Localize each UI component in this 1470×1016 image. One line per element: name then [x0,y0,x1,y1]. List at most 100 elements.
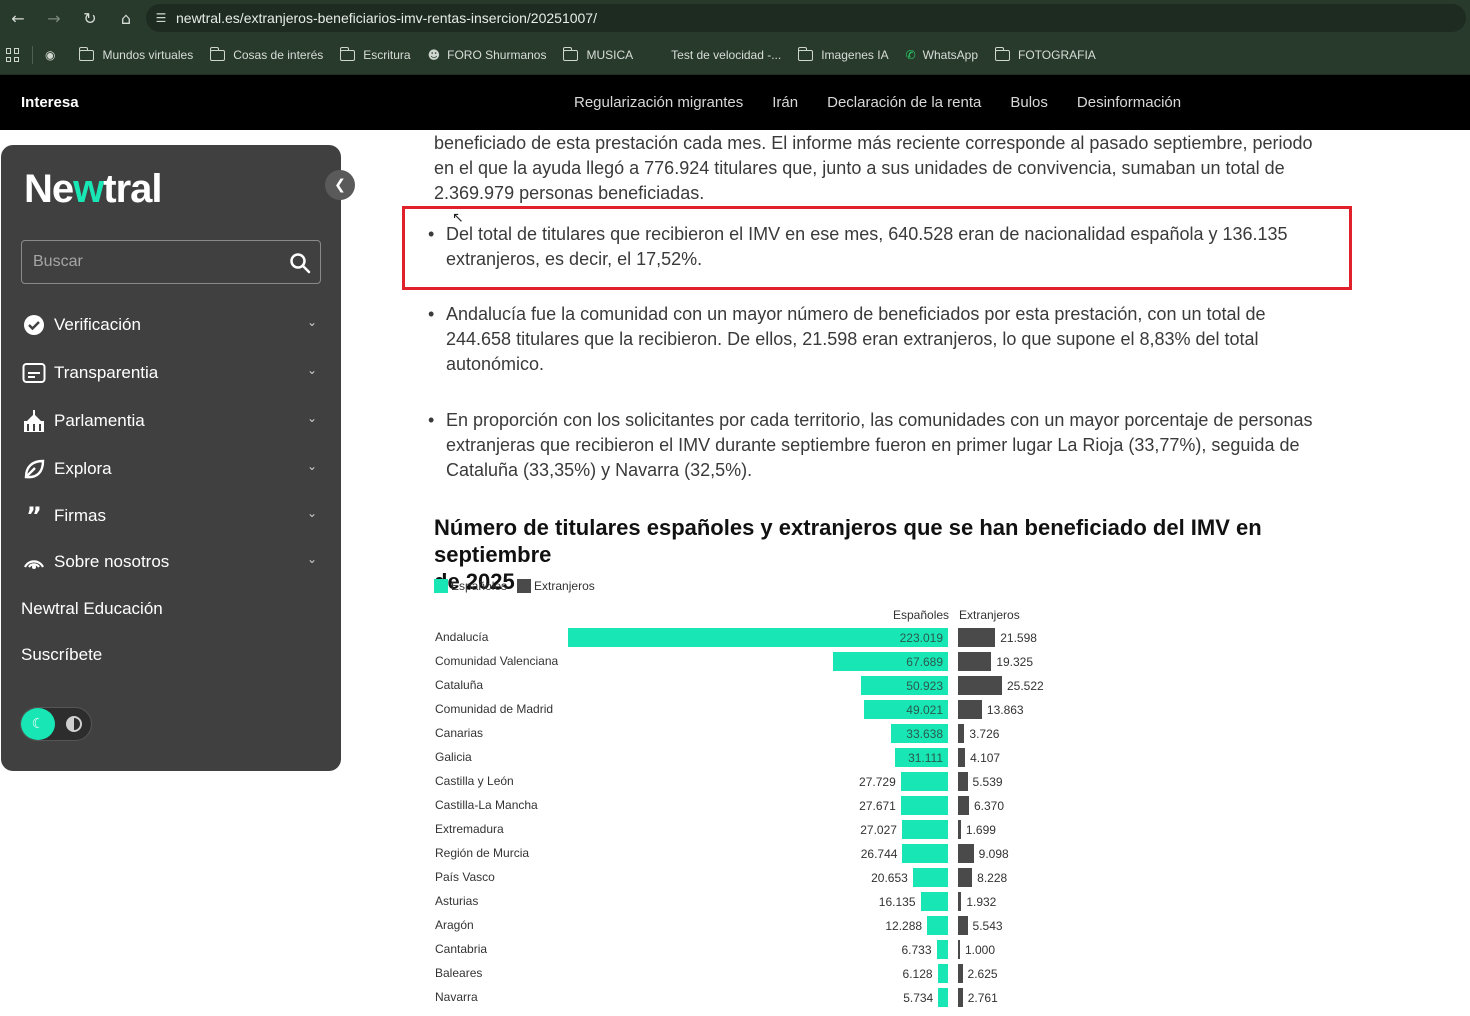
bar-espanoles [936,940,948,959]
menu-explora[interactable]: Explora ⌄ [21,454,321,484]
bar-espanoles [920,892,948,911]
value-label-espanoles: 27.729 [859,775,896,789]
folder-icon [339,46,356,61]
menu-parlamentia[interactable]: Parlamentia ⌄ [21,406,321,436]
reload-icon[interactable]: ↻ [72,0,108,36]
value-label-extranjeros: 9.098 [978,847,1009,861]
bar-extranjeros [958,988,963,1007]
value-label-espanoles: 31.111 [908,751,943,765]
chevron-down-icon[interactable]: ⌄ [307,459,317,473]
moon-icon: ☾ [21,708,55,740]
home-icon[interactable]: ⌂ [108,0,144,36]
value-label-extranjeros: 1.000 [965,943,996,957]
bar-extranjeros [958,772,968,791]
forward-arrow-icon[interactable]: → [36,0,72,36]
bar-extranjeros [958,700,982,719]
bookmarks-bar: ◉ Mundos virtuales Cosas de interés Escr… [0,36,1470,75]
apps-grid-icon[interactable] [6,48,20,62]
bookmark-cosas-de-interes[interactable]: Cosas de interés [209,36,323,75]
theme-toggle[interactable]: ☾ [20,707,92,741]
chart-row-label: Castilla y León [435,774,514,788]
url-text[interactable]: newtral.es/extranjeros-beneficiarios-imv… [176,10,597,26]
chevron-down-icon[interactable]: ⌄ [307,315,317,329]
search-input[interactable] [22,253,277,271]
mouse-cursor-icon: ↖ [452,210,464,226]
value-label-espanoles: 33.638 [906,727,943,741]
menu-transparentia[interactable]: Transparentia ⌄ [21,358,321,388]
topic-nav: Regularización migrantes Irán Declaració… [574,75,1210,130]
chart-row-label: Comunidad Valenciana [435,654,559,668]
value-label-extranjeros: 6.370 [973,799,1004,813]
legend-swatch [517,579,532,593]
bookmark-fotografia[interactable]: FOTOGRAFIA [994,36,1096,75]
bookmark-whatsapp[interactable]: ✆ WhatsApp [906,36,978,75]
chevron-down-icon[interactable]: ⌄ [307,411,317,425]
site-settings-icon[interactable]: ☰ [146,11,176,25]
bookmark-musica[interactable]: MUSICA [562,36,633,75]
search-box [21,240,321,284]
menu-verificacion[interactable]: Verificación ⌄ [21,310,321,340]
value-label-espanoles: 6.128 [902,967,933,981]
bar-extranjeros [958,724,965,743]
nav-link-declaracion-renta[interactable]: Declaración de la renta [827,94,981,111]
quote-icon: ” [26,502,42,530]
menu-newtral-educacion[interactable]: Newtral Educación [21,594,321,624]
nav-link-bulos[interactable]: Bulos [1010,94,1048,111]
bar-extranjeros [958,940,960,959]
value-label-extranjeros: 5.539 [972,775,1003,789]
chart-row-label: Comunidad de Madrid [435,702,554,716]
address-bar[interactable]: ☰ newtral.es/extranjeros-beneficiarios-i… [146,4,1466,32]
bar-extranjeros [958,652,992,671]
value-label-extranjeros: 8.228 [977,871,1008,885]
value-label-extranjeros: 21.598 [1000,631,1037,645]
bookmark-foro-shurmanos[interactable]: ☻ FORO Shurmanos [428,36,547,75]
bullet-item: Del total de titulares que recibieron el… [428,222,1334,272]
menu-suscribete[interactable]: Suscríbete [21,640,321,670]
value-label-extranjeros: 2.625 [967,967,998,981]
back-arrow-icon[interactable]: ← [0,0,36,36]
nav-link-regularizacion[interactable]: Regularización migrantes [574,94,743,111]
value-label-espanoles: 6.733 [901,943,932,957]
value-label-espanoles: 223.019 [899,631,943,645]
parliament-building-icon [21,409,47,433]
chevron-down-icon[interactable]: ⌄ [307,552,317,566]
folder-icon [994,46,1011,61]
value-label-espanoles: 20.653 [871,871,908,885]
bar-espanoles [902,844,948,863]
menu-sobre-nosotros[interactable]: Sobre nosotros ⌄ [21,547,321,577]
chart-row-label: Cantabria [435,942,488,956]
bookmark-test-velocidad[interactable]: Test de velocidad -... [671,36,781,75]
collapse-sidebar-icon[interactable]: ❮ [325,170,355,200]
value-label-extranjeros: 13.863 [986,703,1024,717]
menu-firmas[interactable]: ” Firmas ⌄ [21,501,321,531]
value-label-extranjeros: 4.107 [970,751,1001,765]
bar-espanoles [912,868,948,887]
chart-row-label: País Vasco [435,870,495,884]
bookmarks-separator [32,46,33,64]
nav-link-iran[interactable]: Irán [772,94,798,111]
folder-icon [797,46,814,61]
folder-icon [562,46,579,61]
column-header-extranjeros: Extranjeros [959,608,1020,622]
globe-icon: ◉ [45,48,56,62]
value-label-espanoles: 27.671 [859,799,896,813]
bar-espanoles [900,796,948,815]
bar-espanoles [900,772,948,791]
chart-row-label: Galicia [435,750,472,764]
bullet-item: Andalucía fue la comunidad con un mayor … [428,302,1334,377]
value-label-espanoles: 50.923 [906,679,943,693]
search-icon[interactable] [289,252,311,274]
value-label-espanoles: 5.734 [903,991,934,1005]
legend-swatch [434,579,448,593]
value-label-extranjeros: 5.543 [972,919,1003,933]
chevron-down-icon[interactable]: ⌄ [307,506,317,520]
bookmark-imagenes-ia[interactable]: Imagenes IA [797,36,889,75]
nav-link-desinformacion[interactable]: Desinformación [1077,94,1181,111]
chevron-down-icon[interactable]: ⌄ [307,363,317,377]
broadcast-icon [21,550,47,574]
newtral-logo[interactable]: Newtral [24,167,163,212]
bookmark-mundos-virtuales[interactable]: Mundos virtuales [78,36,193,75]
globe-bookmark[interactable]: ◉ [45,36,62,75]
bookmark-escritura[interactable]: Escritura [339,36,411,75]
verified-badge-icon [21,313,47,337]
